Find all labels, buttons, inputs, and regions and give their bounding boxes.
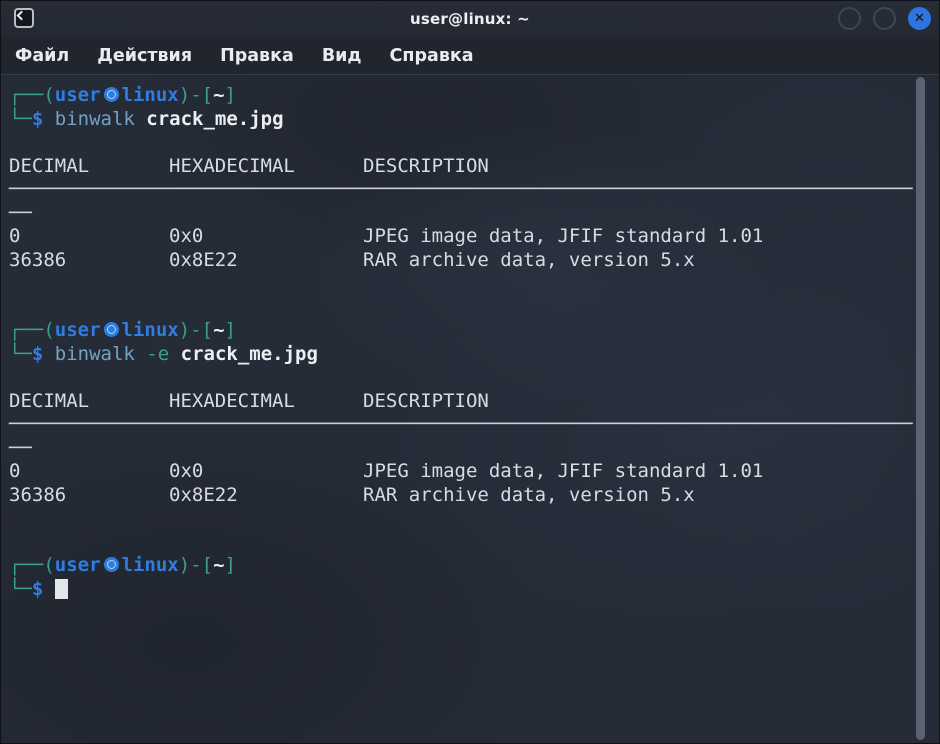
rule-line-wrap: ── [9,437,32,459]
header-decimal: DECIMAL [9,390,169,414]
window-title: user@linux: ~ [410,10,530,28]
close-button[interactable]: ✕ [908,7,931,30]
menubar: Файл Действия Правка Вид Справка [1,37,939,75]
prompt-frame: ┌──( [9,84,55,106]
menu-view[interactable]: Вид [322,46,362,66]
prompt-user: user [55,84,101,106]
command-line: └─$ binwalk -e crack_me.jpg [9,343,939,367]
cell-hex: 0x8E22 [169,249,363,273]
prompt-frame: └─ [9,108,32,130]
window-controls: ✕ [838,7,931,30]
minimize-button[interactable] [838,7,861,30]
table-row: 363860x8E22RAR archive data, version 5.x [9,484,939,508]
prompt-line-top: ┌──(user linux)-[~] [9,554,939,578]
header-hexadecimal: HEXADECIMAL [169,390,363,414]
command-name: binwalk [55,343,147,365]
prompt-frame: )-[ [179,319,213,341]
table-rule-wrap: ── [9,437,939,461]
prompt-frame: )-[ [179,84,213,106]
header-description: DESCRIPTION [363,155,489,177]
prompt-frame: ┌──( [9,554,55,576]
prompt-frame: ] [225,84,236,106]
close-icon: ✕ [914,12,925,25]
prompt-dollar: $ [32,578,55,600]
cell-decimal: 36386 [9,249,169,273]
prompt-dollar: $ [32,108,55,130]
terminal-window: user@linux: ~ ✕ Файл Действия Правка Вид… [0,0,940,744]
prompt-host: linux [122,84,179,106]
cell-description: RAR archive data, version 5.x [363,484,695,506]
blank-line [9,131,939,155]
cell-hex: 0x0 [169,460,363,484]
scrollbar-thumb[interactable] [916,77,925,740]
blank-line [9,366,939,390]
command-line-active[interactable]: └─$ [9,578,939,602]
blank-line [9,531,939,555]
table-rule: ────────────────────────────────────────… [9,413,939,437]
prompt-frame: └─ [9,578,32,600]
command-file: crack_me.jpg [181,343,318,365]
prompt-line-top: ┌──(user linux)-[~] [9,84,939,108]
command-name: binwalk [55,108,147,130]
prompt-user: user [55,319,101,341]
at-circle-icon [104,87,119,102]
prompt-path: ~ [213,319,224,341]
table-header-row: DECIMALHEXADECIMALDESCRIPTION [9,155,939,179]
text-cursor [55,579,68,599]
blank-line [9,507,939,531]
prompt-frame: └─ [9,343,32,365]
menu-actions[interactable]: Действия [97,46,192,66]
rule-line: ────────────────────────────────────────… [9,178,913,200]
blank-line [9,272,939,296]
table-row: 00x0JPEG image data, JFIF standard 1.01 [9,225,939,249]
maximize-button[interactable] [873,7,896,30]
prompt-host: linux [122,319,179,341]
prompt-frame: ] [225,319,236,341]
rule-line-wrap: ── [9,202,32,224]
header-hexadecimal: HEXADECIMAL [169,155,363,179]
at-circle-icon [104,322,119,337]
cell-hex: 0x8E22 [169,484,363,508]
table-header-row: DECIMALHEXADECIMALDESCRIPTION [9,390,939,414]
header-decimal: DECIMAL [9,155,169,179]
prompt-line-top: ┌──(user linux)-[~] [9,319,939,343]
prompt-user: user [55,554,101,576]
table-rule: ────────────────────────────────────────… [9,178,939,202]
prompt-frame: )-[ [179,554,213,576]
menu-file[interactable]: Файл [15,46,69,66]
cell-hex: 0x0 [169,225,363,249]
cell-description: JPEG image data, JFIF standard 1.01 [363,460,763,482]
terminal-screen[interactable]: ┌──(userlinux)-[~] └─$ binwalk crack_me.… [1,76,939,743]
prompt-path: ~ [213,84,224,106]
menu-edit[interactable]: Правка [220,46,294,66]
prompt-frame: ┌──( [9,319,55,341]
cell-description: JPEG image data, JFIF standard 1.01 [363,225,763,247]
table-row: 363860x8E22RAR archive data, version 5.x [9,249,939,273]
prompt-frame: ] [225,554,236,576]
terminal-app-icon [14,8,34,28]
prompt-dollar: $ [32,343,55,365]
cell-description: RAR archive data, version 5.x [363,249,695,271]
rule-line: ────────────────────────────────────────… [9,413,913,435]
terminal-prompt-mark-icon [17,11,27,21]
header-description: DESCRIPTION [363,390,489,412]
blank-line [9,296,939,320]
titlebar[interactable]: user@linux: ~ ✕ [1,1,939,37]
table-rule-wrap: ── [9,202,939,226]
command-line: └─$ binwalk crack_me.jpg [9,108,939,132]
command-file: crack_me.jpg [146,108,283,130]
cell-decimal: 0 [9,225,169,249]
menu-help[interactable]: Справка [390,46,474,66]
table-row: 00x0JPEG image data, JFIF standard 1.01 [9,460,939,484]
command-flag: -e [146,343,180,365]
cell-decimal: 0 [9,460,169,484]
prompt-host: linux [122,554,179,576]
cell-decimal: 36386 [9,484,169,508]
prompt-path: ~ [213,554,224,576]
at-circle-icon [104,557,119,572]
